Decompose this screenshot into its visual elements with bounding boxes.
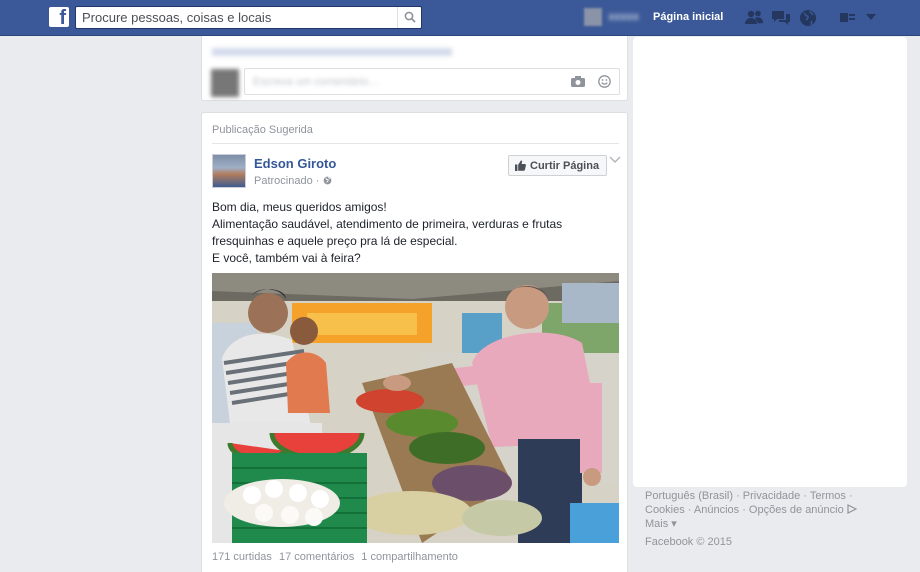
top-navigation-bar: f xxxxx Página inicial (0, 0, 920, 36)
search-input[interactable] (76, 7, 396, 28)
search-bar (75, 6, 422, 29)
globe-icon (323, 176, 331, 185)
divider (212, 143, 619, 144)
comments-count-link[interactable]: 17 comentários (279, 551, 354, 563)
notifications-globe-icon[interactable] (799, 9, 817, 27)
post-line: Alimentação saudável, atendimento de pri… (212, 217, 563, 231)
shares-count-link[interactable]: 1 compartilhamento (361, 551, 458, 563)
profile-avatar (584, 8, 602, 26)
sponsored-label: Patrocinado · (254, 175, 332, 187)
footer-links-row[interactable]: Português (Brasil) · Privacidade · Termo… (645, 489, 875, 503)
emoji-icon[interactable] (598, 75, 611, 88)
ad-choices-icon[interactable] (847, 504, 858, 514)
likes-count-link[interactable]: 171 curtidas (212, 551, 272, 563)
thumbs-up-icon (515, 160, 526, 171)
more-link[interactable]: Mais ▾ (645, 517, 875, 531)
friends-icon[interactable] (744, 9, 764, 25)
copyright: Facebook © 2015 (645, 536, 732, 548)
account-menu-icon[interactable] (866, 14, 876, 21)
like-page-label: Curtir Página (530, 159, 600, 172)
search-button[interactable] (397, 7, 421, 28)
author-avatar[interactable] (212, 154, 246, 188)
comment-input[interactable]: Escreva um comentário... (244, 68, 620, 95)
commenter-avatar (211, 69, 239, 97)
footer-links-row[interactable]: Cookies · Anúncios · Opções de anúncio (645, 503, 875, 517)
sponsored-text: Patrocinado · (254, 175, 320, 187)
profile-link[interactable]: xxxxx (584, 8, 639, 28)
footer-links-text[interactable]: Cookies · Anúncios · Opções de anúncio (645, 504, 844, 516)
suggested-post-label: Publicação Sugerida (212, 124, 313, 136)
camera-icon[interactable] (571, 76, 585, 87)
post-stats: 171 curtidas 17 comentários 1 compartilh… (212, 551, 462, 563)
post-message: Bom dia, meus queridos amigos! Alimentaç… (212, 199, 612, 267)
facebook-logo[interactable]: f (49, 7, 69, 29)
post-line: E você, também vai à feira? (212, 251, 361, 265)
messages-icon[interactable] (771, 9, 791, 26)
previous-post-card: Escreva um comentário... (201, 36, 628, 101)
blurred-activity-line (212, 48, 452, 56)
search-icon (404, 11, 416, 23)
post-photo[interactable] (212, 273, 619, 543)
comment-placeholder-blurred: Escreva um comentário... (253, 76, 378, 88)
like-page-button[interactable]: Curtir Página (508, 155, 608, 176)
suggested-post-card: Publicação Sugerida Edson Giroto Patroci… (201, 112, 628, 572)
post-line: fresquinhas e aquele preço pra lá de esp… (212, 234, 458, 248)
footer: Português (Brasil) · Privacidade · Termo… (645, 489, 875, 549)
right-sidebar-panel (633, 37, 907, 487)
post-line: Bom dia, meus queridos amigos! (212, 200, 387, 214)
privacy-icon[interactable] (840, 11, 855, 23)
home-link[interactable]: Página inicial (653, 11, 723, 23)
profile-name-blurred: xxxxx (608, 11, 639, 23)
author-name-link[interactable]: Edson Giroto (254, 156, 336, 171)
post-options-chevron-icon[interactable] (609, 156, 621, 164)
